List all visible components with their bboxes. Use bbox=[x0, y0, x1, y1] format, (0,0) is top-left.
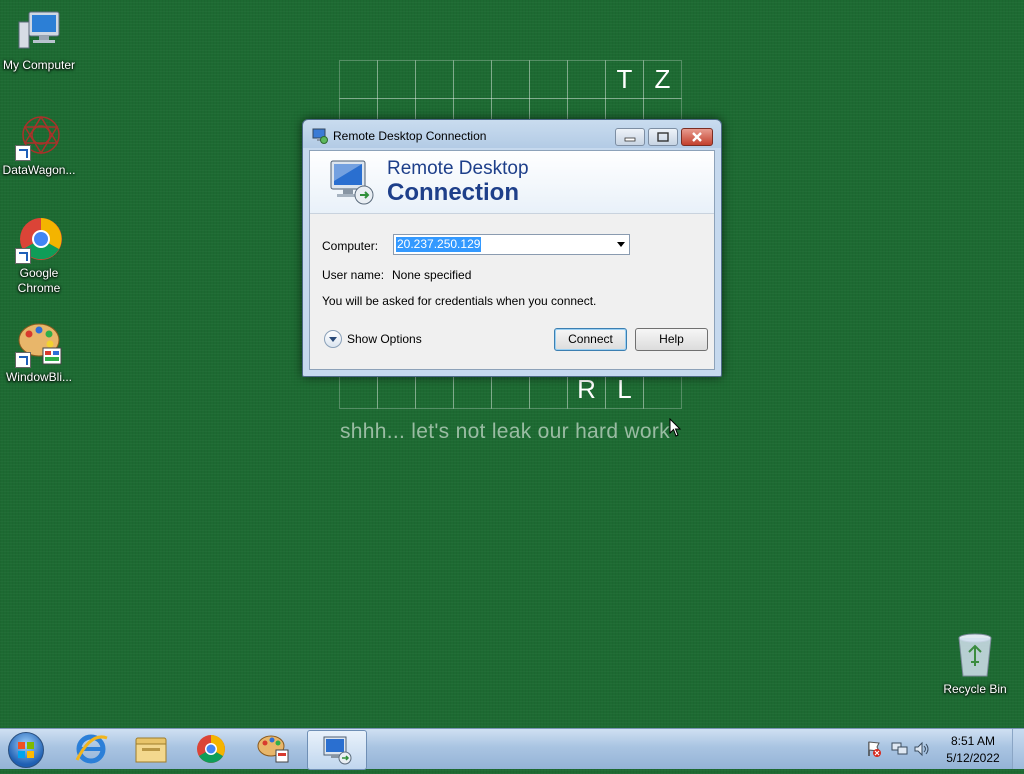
minimize-icon bbox=[624, 137, 636, 142]
dropdown-arrow-icon[interactable] bbox=[617, 242, 625, 247]
banner-title-line1: Remote Desktop bbox=[387, 158, 529, 179]
remote-desktop-dialog: Remote Desktop Connection Remote Desktop… bbox=[302, 119, 722, 377]
taskbar-remote-desktop[interactable] bbox=[307, 730, 367, 770]
desktop-icon-my-computer[interactable]: My Computer bbox=[0, 8, 78, 73]
recycle-bin-icon bbox=[951, 632, 999, 680]
action-center-flag-icon[interactable] bbox=[866, 740, 882, 763]
start-button[interactable] bbox=[4, 730, 48, 768]
remote-desktop-icon bbox=[323, 736, 352, 765]
desktop-icon-label: WindowBli... bbox=[5, 370, 73, 384]
computer-field-value[interactable]: 20.237.250.129 bbox=[396, 237, 482, 252]
taskbar-windowblinds[interactable] bbox=[244, 730, 302, 768]
wallpaper-letter: Z bbox=[643, 60, 682, 99]
remote-desktop-icon bbox=[312, 128, 328, 144]
wallpaper-letter: T bbox=[605, 60, 644, 99]
expand-chevron-icon[interactable] bbox=[324, 330, 342, 348]
show-desktop-button[interactable] bbox=[1012, 729, 1024, 769]
close-button[interactable] bbox=[681, 128, 713, 146]
credentials-info-text: You will be asked for credentials when y… bbox=[322, 294, 597, 308]
clock-date: 5/12/2022 bbox=[946, 751, 1000, 765]
chrome-icon bbox=[15, 216, 63, 264]
taskbar-internet-explorer[interactable] bbox=[62, 730, 120, 768]
username-value: None specified bbox=[392, 268, 472, 282]
desktop-icon-datawagon[interactable]: DataWagon... bbox=[0, 113, 78, 178]
clock-time: 8:51 AM bbox=[950, 734, 996, 748]
dialog-body: Remote Desktop Connection Computer: 20.2… bbox=[309, 150, 715, 370]
dialog-banner: Remote Desktop Connection bbox=[310, 151, 714, 214]
monitor-icon bbox=[327, 157, 377, 207]
windows-logo-icon bbox=[8, 732, 44, 768]
desktop-icon-recycle-bin[interactable]: Recycle Bin bbox=[936, 632, 1014, 697]
dialog-title: Remote Desktop Connection bbox=[333, 129, 487, 143]
chrome-icon bbox=[197, 735, 225, 763]
desktop-icon-label: DataWagon... bbox=[2, 163, 76, 177]
taskbar-chrome[interactable] bbox=[182, 730, 240, 768]
network-icon[interactable] bbox=[890, 741, 908, 762]
mouse-cursor-icon bbox=[669, 417, 683, 443]
volume-icon[interactable] bbox=[913, 741, 931, 762]
help-button[interactable]: Help bbox=[635, 328, 708, 351]
desktop-icon-google-chrome[interactable]: Google Chrome bbox=[0, 216, 78, 296]
folder-icon bbox=[135, 737, 167, 763]
datawagon-icon bbox=[15, 113, 63, 161]
wallpaper-tagline: shhh... let's not leak our hard work bbox=[340, 420, 670, 443]
taskbar: 8:51 AM 5/12/2022 bbox=[0, 728, 1024, 770]
close-icon bbox=[692, 132, 702, 142]
desktop-icon-label: My Computer bbox=[2, 58, 76, 72]
banner-title-line2: Connection bbox=[387, 179, 519, 206]
connect-button[interactable]: Connect bbox=[554, 328, 627, 351]
desktop-icon-label: Google Chrome bbox=[17, 266, 61, 295]
maximize-button[interactable] bbox=[648, 128, 678, 146]
dialog-titlebar[interactable]: Remote Desktop Connection bbox=[303, 120, 721, 150]
username-label: User name: bbox=[322, 268, 385, 282]
taskbar-windows-explorer[interactable] bbox=[122, 730, 180, 768]
show-options-label[interactable]: Show Options bbox=[347, 332, 422, 346]
palette-icon bbox=[15, 320, 63, 368]
system-clock[interactable]: 8:51 AM 5/12/2022 bbox=[944, 733, 1002, 767]
computer-label: Computer: bbox=[322, 239, 379, 253]
internet-explorer-icon bbox=[75, 734, 108, 764]
computer-icon bbox=[15, 8, 63, 56]
maximize-icon bbox=[657, 132, 669, 142]
desktop-icon-windowblinds[interactable]: WindowBli... bbox=[0, 320, 78, 385]
minimize-button[interactable] bbox=[615, 128, 645, 146]
computer-combobox[interactable]: 20.237.250.129 bbox=[393, 234, 630, 255]
desktop-icon-label: Recycle Bin bbox=[943, 682, 1007, 696]
palette-icon bbox=[257, 735, 289, 763]
